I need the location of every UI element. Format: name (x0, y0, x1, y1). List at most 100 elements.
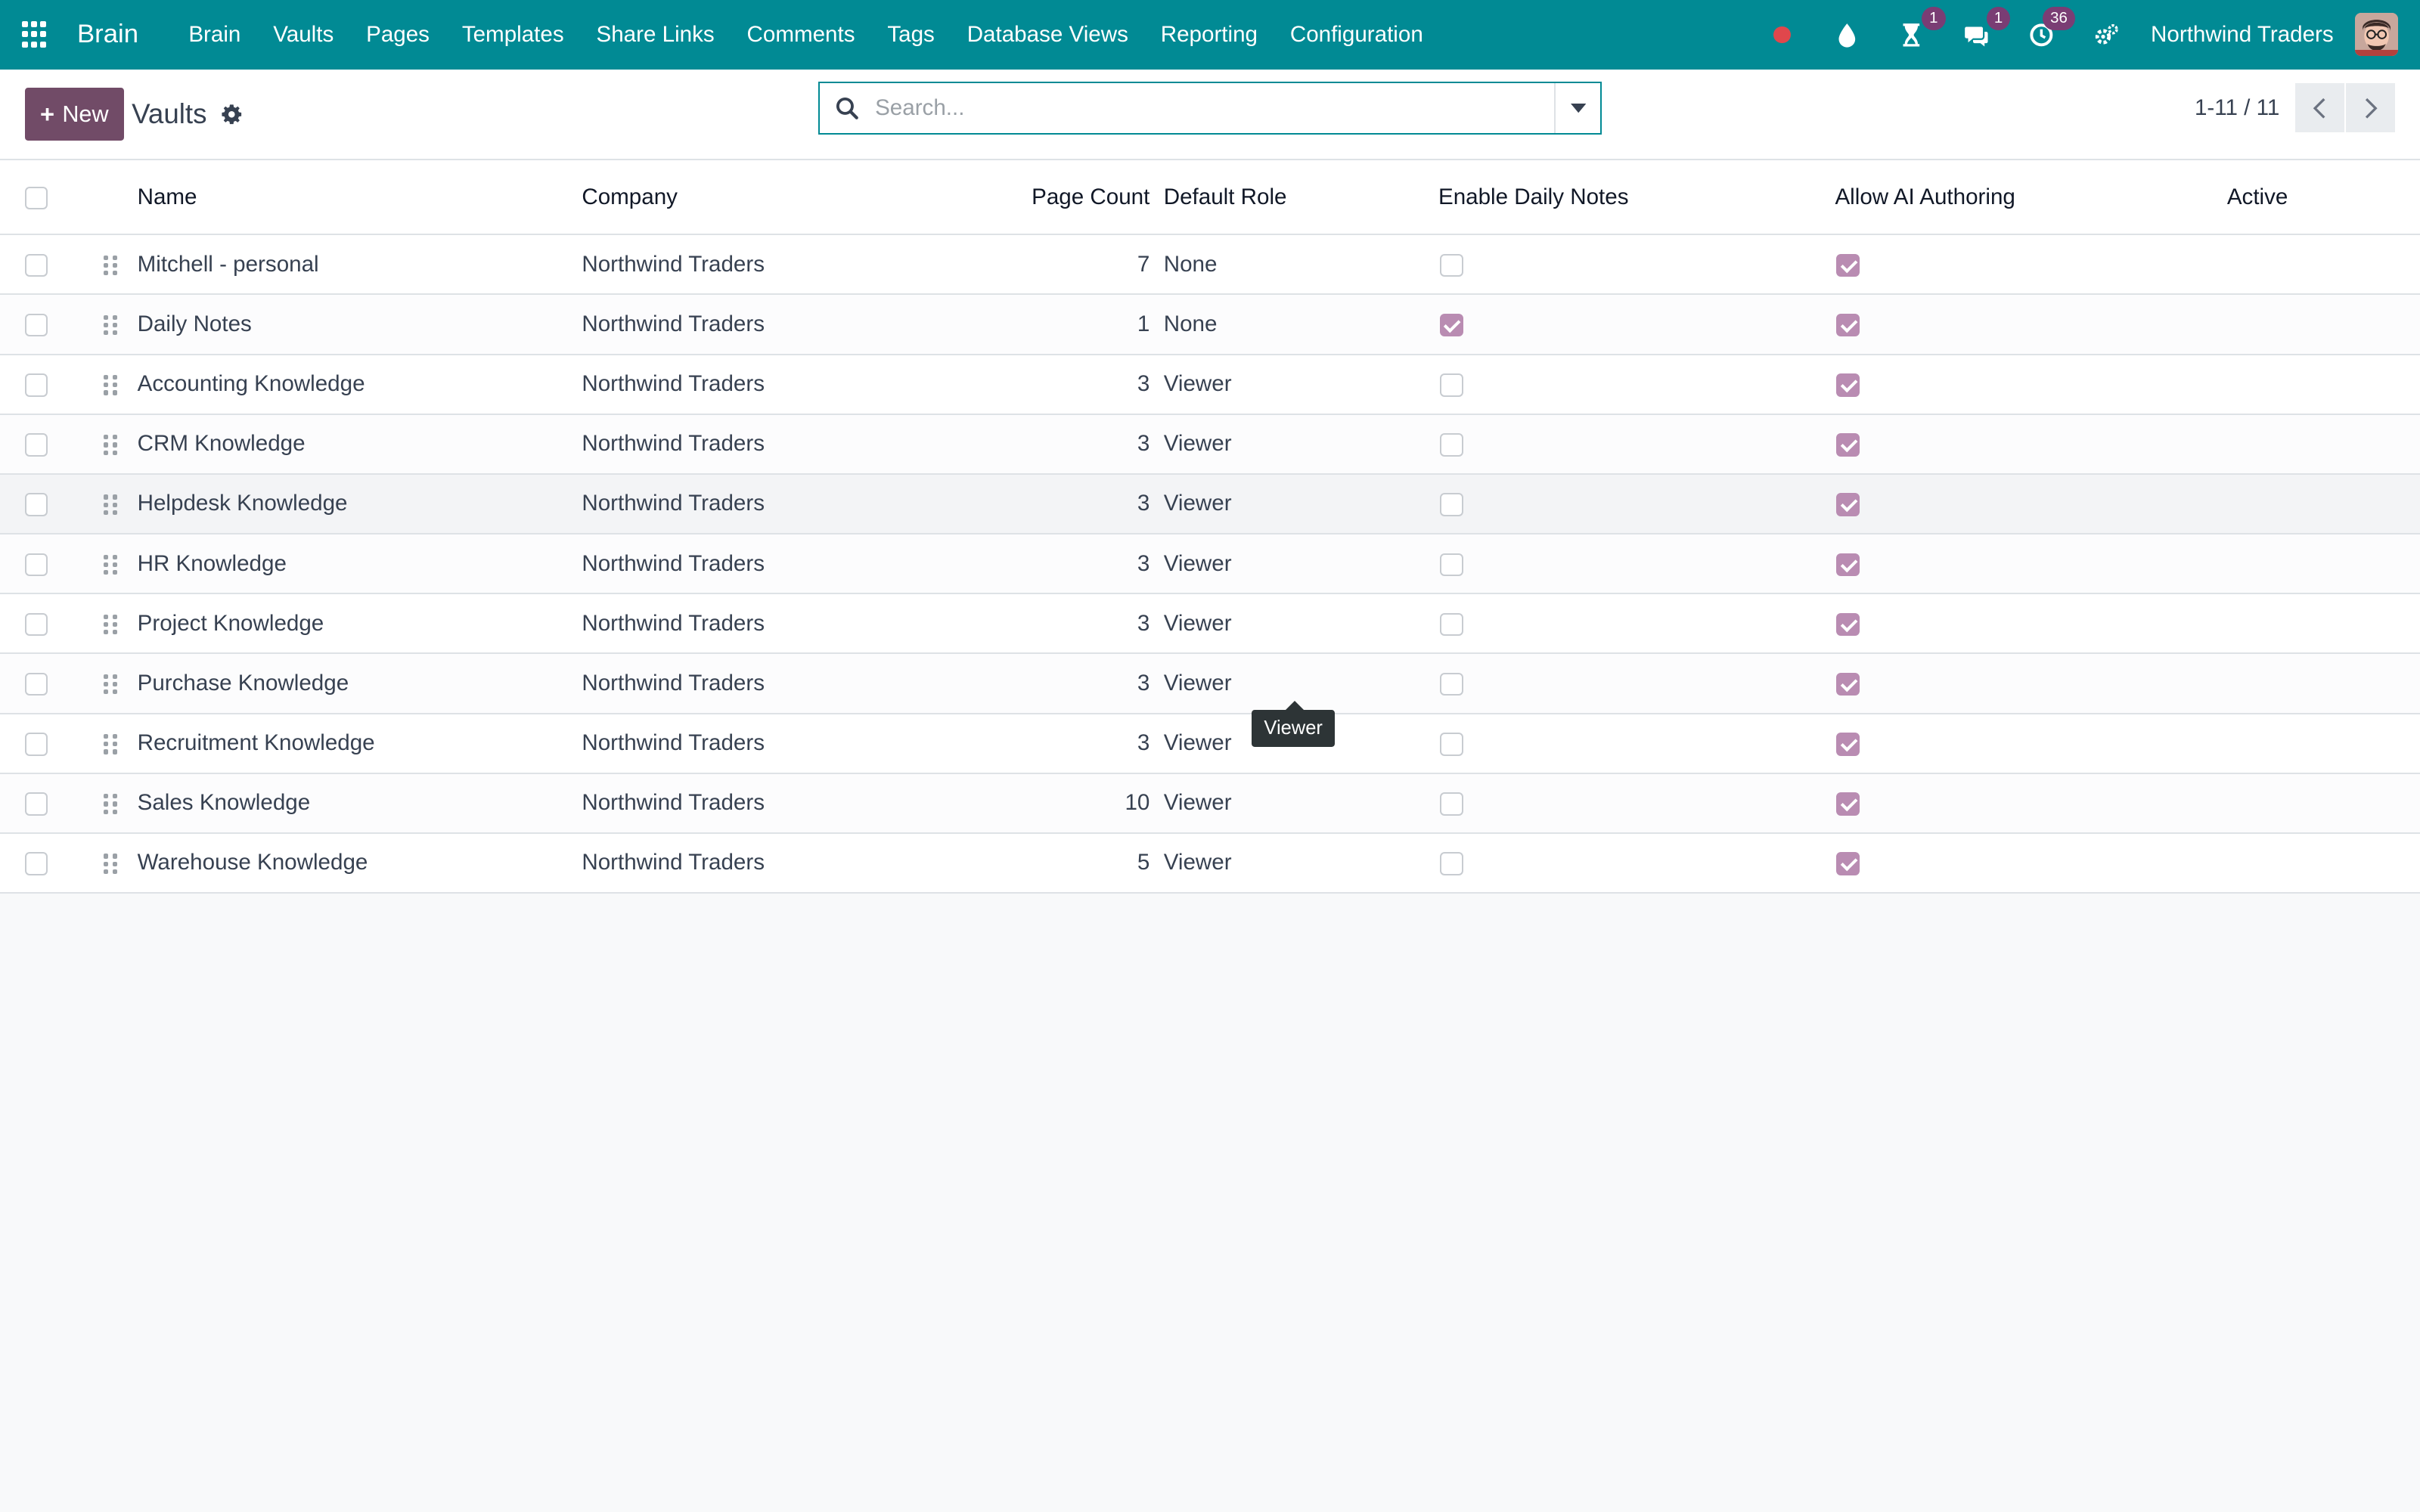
cell-default-role[interactable]: None (1163, 234, 1438, 296)
row-select-checkbox[interactable] (24, 433, 48, 457)
allow-ai-authoring-checkbox[interactable] (1836, 433, 1860, 457)
cell-active[interactable] (2226, 354, 2420, 415)
cell-page-count[interactable]: 3 (982, 534, 1164, 595)
pager-next-button[interactable] (2346, 83, 2396, 133)
column-header-active[interactable]: Active (2226, 160, 2420, 236)
menu-item-tags[interactable]: Tags (871, 22, 951, 48)
cell-active[interactable] (2226, 414, 2420, 475)
cell-page-count[interactable]: 3 (982, 713, 1164, 774)
allow-ai-authoring-checkbox[interactable] (1836, 852, 1860, 875)
drag-handle-icon[interactable] (103, 494, 118, 515)
allow-ai-authoring-checkbox[interactable] (1836, 612, 1860, 637)
cell-name[interactable]: Warehouse Knowledge (137, 832, 582, 894)
cell-default-role[interactable]: Viewer (1163, 534, 1438, 595)
cell-company[interactable]: Northwind Traders (582, 832, 983, 894)
menu-item-templates[interactable]: Templates (445, 22, 580, 48)
enable-daily-notes-checkbox[interactable] (1440, 253, 1463, 277)
column-header-allow-ai-authoring[interactable]: Allow AI Authoring (1835, 160, 2227, 236)
cell-active[interactable] (2226, 713, 2420, 774)
column-header-page-count[interactable]: Page Count (982, 160, 1164, 236)
column-header-enable-daily-notes[interactable]: Enable Daily Notes (1438, 160, 1835, 236)
cell-active[interactable] (2226, 653, 2420, 714)
cell-default-role[interactable]: Viewer (1163, 593, 1438, 655)
column-header-company[interactable]: Company (582, 160, 983, 236)
cell-company[interactable]: Northwind Traders (582, 653, 983, 714)
apps-menu-icon[interactable] (21, 20, 50, 49)
enable-daily-notes-checkbox[interactable] (1440, 733, 1463, 756)
cell-company[interactable]: Northwind Traders (582, 473, 983, 535)
gear-icon[interactable] (221, 104, 243, 125)
menu-item-comments[interactable]: Comments (731, 22, 871, 48)
cell-active[interactable] (2226, 473, 2420, 535)
select-all-checkbox[interactable] (24, 186, 48, 210)
search-icon[interactable] (820, 97, 875, 120)
allow-ai-authoring-checkbox[interactable] (1836, 553, 1860, 577)
allow-ai-authoring-checkbox[interactable] (1836, 253, 1860, 277)
cell-active[interactable] (2226, 534, 2420, 595)
cell-default-role[interactable]: None (1163, 294, 1438, 355)
row-select-checkbox[interactable] (24, 553, 48, 577)
cell-page-count[interactable]: 3 (982, 354, 1164, 415)
enable-daily-notes-checkbox[interactable] (1440, 553, 1463, 577)
menu-item-reporting[interactable]: Reporting (1144, 22, 1274, 48)
cell-default-role[interactable]: Viewer (1163, 414, 1438, 475)
cell-name[interactable]: CRM Knowledge (137, 414, 582, 475)
drag-handle-icon[interactable] (103, 614, 118, 635)
row-select-checkbox[interactable] (24, 852, 48, 875)
table-row[interactable]: HR Knowledge Northwind Traders 3 Viewer (0, 534, 2420, 595)
cell-page-count[interactable]: 3 (982, 593, 1164, 655)
cell-page-count[interactable]: 3 (982, 473, 1164, 535)
cell-company[interactable]: Northwind Traders (582, 414, 983, 475)
menu-item-share-links[interactable]: Share Links (580, 22, 731, 48)
cell-page-count[interactable]: 7 (982, 234, 1164, 296)
menu-item-vaults[interactable]: Vaults (257, 22, 350, 48)
cell-company[interactable]: Northwind Traders (582, 294, 983, 355)
cell-default-role[interactable]: Viewer (1163, 773, 1438, 834)
row-select-checkbox[interactable] (24, 792, 48, 816)
enable-daily-notes-checkbox[interactable] (1440, 792, 1463, 816)
cell-name[interactable]: Recruitment Knowledge (137, 713, 582, 774)
search-input[interactable] (875, 83, 1555, 133)
allow-ai-authoring-checkbox[interactable] (1836, 672, 1860, 696)
column-header-default-role[interactable]: Default Role (1163, 160, 1438, 236)
row-select-checkbox[interactable] (24, 612, 48, 637)
column-header-name[interactable]: Name (137, 160, 582, 236)
cell-active[interactable] (2226, 593, 2420, 655)
table-row[interactable]: Helpdesk Knowledge Northwind Traders 3 View… (0, 473, 2420, 535)
row-select-checkbox[interactable] (24, 672, 48, 696)
drag-handle-icon[interactable] (103, 854, 118, 874)
cell-page-count[interactable]: 3 (982, 653, 1164, 714)
drag-handle-icon[interactable] (103, 794, 118, 814)
allow-ai-authoring-checkbox[interactable] (1836, 792, 1860, 816)
enable-daily-notes-checkbox[interactable] (1440, 493, 1463, 516)
cell-name[interactable]: HR Knowledge (137, 534, 582, 595)
user-avatar[interactable] (2355, 13, 2399, 57)
cell-default-role[interactable]: Viewer (1163, 832, 1438, 894)
cell-active[interactable] (2226, 234, 2420, 296)
cell-company[interactable]: Northwind Traders (582, 234, 983, 296)
messages-icon[interactable]: 1 (1955, 7, 2011, 56)
enable-daily-notes-checkbox[interactable] (1440, 373, 1463, 397)
menu-item-configuration[interactable]: Configuration (1274, 22, 1439, 48)
table-row[interactable]: Recruitment Knowledge Northwind Traders 3 V… (0, 713, 2420, 774)
company-switcher[interactable]: Northwind Traders (2151, 22, 2334, 48)
row-select-checkbox[interactable] (24, 493, 48, 516)
cell-page-count[interactable]: 10 (982, 773, 1164, 834)
activity-hourglass-icon[interactable]: 1 (1890, 7, 1946, 56)
search-options-toggle[interactable] (1554, 83, 1600, 133)
enable-daily-notes-checkbox[interactable] (1440, 852, 1463, 875)
drag-handle-icon[interactable] (103, 375, 118, 395)
cell-active[interactable] (2226, 294, 2420, 355)
cell-company[interactable]: Northwind Traders (582, 713, 983, 774)
drag-handle-icon[interactable] (103, 435, 118, 455)
cell-page-count[interactable]: 1 (982, 294, 1164, 355)
table-row[interactable]: Purchase Knowledge Northwind Traders 3 View… (0, 653, 2420, 714)
allow-ai-authoring-checkbox[interactable] (1836, 313, 1860, 337)
cell-company[interactable]: Northwind Traders (582, 354, 983, 415)
enable-daily-notes-checkbox[interactable] (1440, 672, 1463, 696)
enable-daily-notes-checkbox[interactable] (1440, 612, 1463, 637)
cell-active[interactable] (2226, 832, 2420, 894)
cell-default-role[interactable]: Viewer (1163, 473, 1438, 535)
cell-name[interactable]: Project Knowledge (137, 593, 582, 655)
cell-page-count[interactable]: 3 (982, 414, 1164, 475)
